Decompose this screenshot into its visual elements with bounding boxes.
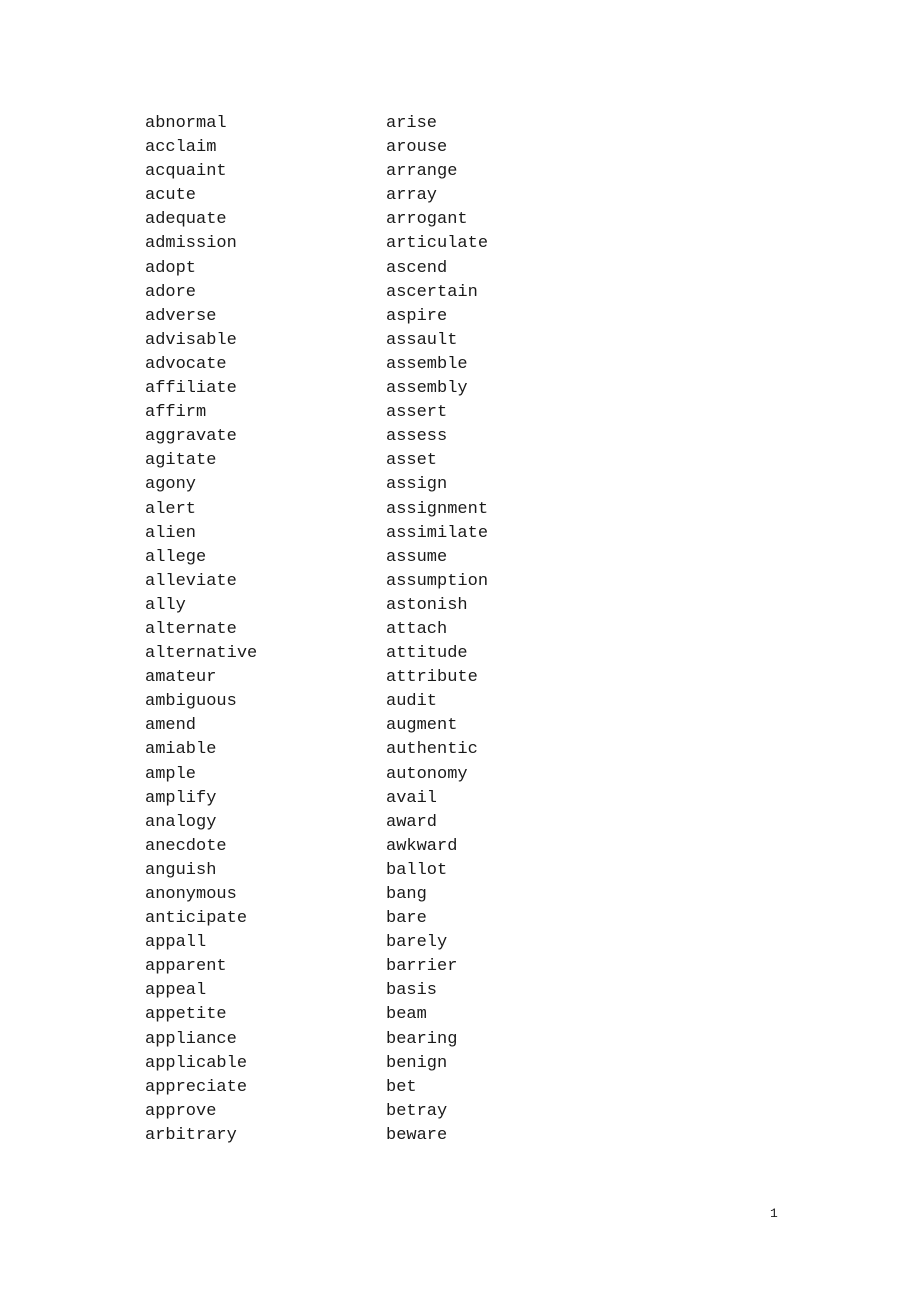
vocabulary-word: amplify (145, 788, 217, 808)
vocabulary-word: beam (386, 1005, 427, 1025)
vocabulary-word: alert (145, 499, 197, 519)
vocabulary-word: abnormal (145, 114, 227, 133)
vocabulary-word: assignment (386, 499, 489, 519)
vocabulary-word: allege (145, 547, 207, 567)
vocabulary-word: admission (145, 234, 237, 254)
vocabulary-word: basis (386, 981, 438, 1001)
vocabulary-word: applicable (145, 1053, 248, 1073)
vocabulary-word: anonymous (145, 885, 237, 904)
vocabulary-word: acute (145, 186, 197, 206)
vocabulary-word: aspire (386, 306, 448, 326)
vocabulary-word: advocate (145, 354, 227, 374)
vocabulary-word: anguish (145, 860, 217, 880)
vocabulary-word: assume (386, 547, 448, 567)
vocabulary-word: alternate (145, 619, 237, 639)
vocabulary-word: arise (386, 114, 438, 133)
vocabulary-word: appetite (145, 1005, 227, 1025)
vocabulary-word: affiliate (145, 379, 237, 399)
vocabulary-word: benign (386, 1053, 448, 1073)
vocabulary-word: assign (386, 475, 448, 495)
vocabulary-word: assumption (386, 571, 489, 591)
vocabulary-word: agony (145, 475, 197, 495)
vocabulary-word: anecdote (145, 836, 227, 856)
document-page: abnormal acclaim acquaint acute adequate admi… (0, 0, 920, 1302)
vocabulary-word: arrange (386, 162, 458, 182)
vocabulary-word: betray (386, 1101, 448, 1121)
vocabulary-word: ascend (386, 258, 448, 278)
vocabulary-word: attach (386, 619, 448, 639)
vocabulary-word: aggravate (145, 427, 237, 447)
vocabulary-word: ample (145, 764, 197, 784)
vocabulary-word: bare (386, 909, 427, 929)
vocabulary-word: affirm (145, 403, 207, 423)
vocabulary-word: arbitrary (145, 1125, 237, 1145)
vocabulary-word: approve (145, 1101, 217, 1121)
vocabulary-word: ambiguous (145, 692, 237, 712)
vocabulary-word: award (386, 812, 438, 832)
vocabulary-word: alternative (145, 644, 258, 664)
vocabulary-word: arouse (386, 138, 448, 158)
vocabulary-word: advisable (145, 330, 237, 350)
vocabulary-word: barrier (386, 957, 458, 977)
vocabulary-word: array (386, 186, 438, 206)
vocabulary-word: articulate (386, 234, 489, 254)
vocabulary-word: assimilate (386, 523, 489, 543)
vocabulary-word: anticipate (145, 909, 248, 929)
vocabulary-word: arrogant (386, 210, 468, 230)
vocabulary-word: apparent (145, 957, 227, 977)
vocabulary-word: attitude (386, 644, 468, 664)
vocabulary-word: adopt (145, 258, 197, 278)
vocabulary-word: analogy (145, 812, 217, 832)
vocabulary-word: ballot (386, 860, 448, 880)
vocabulary-word: acquaint (145, 162, 227, 182)
vocabulary-word: assert (386, 403, 448, 423)
vocabulary-column-left: abnormal acclaim acquaint acute adequate admi… (145, 112, 257, 1148)
vocabulary-word: ascertain (386, 282, 478, 302)
vocabulary-word: bang (386, 885, 427, 904)
vocabulary-word: audit (386, 692, 438, 712)
vocabulary-word: bet (386, 1077, 417, 1097)
vocabulary-word: autonomy (386, 764, 468, 784)
vocabulary-word: adequate (145, 210, 227, 230)
vocabulary-word: astonish (386, 595, 468, 615)
vocabulary-word: asset (386, 451, 438, 471)
vocabulary-word: amateur (145, 668, 217, 688)
vocabulary-word: amiable (145, 740, 217, 760)
vocabulary-word: beware (386, 1125, 448, 1145)
vocabulary-word: assembly (386, 379, 468, 399)
page-number: 1 (770, 1206, 778, 1221)
vocabulary-word: awkward (386, 836, 458, 856)
vocabulary-word: barely (386, 933, 448, 953)
vocabulary-column-right: arise arouse arrange array arrogant articulat… (386, 112, 488, 1148)
vocabulary-word: adverse (145, 306, 217, 326)
vocabulary-word: attribute (386, 668, 478, 688)
vocabulary-word: appliance (145, 1029, 237, 1049)
vocabulary-word: bearing (386, 1029, 458, 1049)
vocabulary-word: assess (386, 427, 448, 447)
vocabulary-word: appall (145, 933, 207, 953)
vocabulary-word: acclaim (145, 138, 217, 158)
vocabulary-word: alien (145, 523, 197, 543)
vocabulary-word: avail (386, 788, 438, 808)
vocabulary-word: augment (386, 716, 458, 736)
vocabulary-word: adore (145, 282, 197, 302)
vocabulary-word: ally (145, 595, 186, 615)
vocabulary-word: agitate (145, 451, 217, 471)
vocabulary-word: amend (145, 716, 197, 736)
vocabulary-word: assault (386, 330, 458, 350)
vocabulary-word: alleviate (145, 571, 237, 591)
vocabulary-word: assemble (386, 354, 468, 374)
vocabulary-word: appeal (145, 981, 207, 1001)
vocabulary-word: appreciate (145, 1077, 248, 1097)
vocabulary-word: authentic (386, 740, 478, 760)
